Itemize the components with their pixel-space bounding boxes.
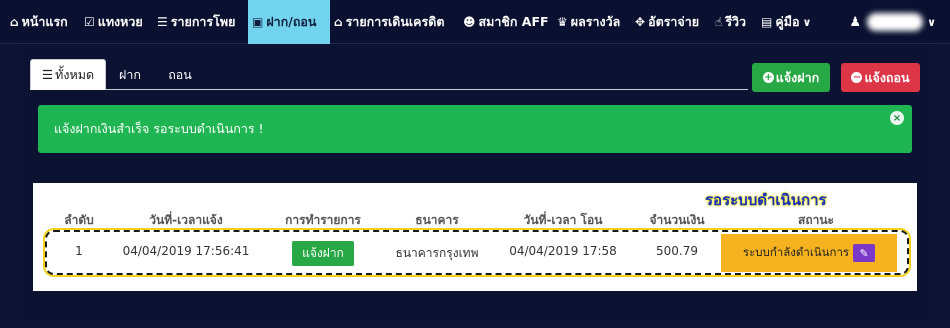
nav-item-label: แทงหวย (97, 14, 143, 29)
status-text: ระบบกำลังดำเนินการ (742, 245, 850, 259)
top-navbar: ⌂ หน้าแรก ☑ แทงหวย ☰ รายการโพย ▣ ฝาก/ถอน… (0, 0, 950, 44)
nav-item-label: ผลรางวัล (570, 14, 621, 29)
alert-message: แจ้งฝากเงินสำเร็จ รอระบบดำเนินการ ! (54, 121, 264, 136)
nav-item-label: รายการเดินเครดิต (345, 14, 445, 29)
tab-label: ถอน (168, 66, 192, 82)
list-icon: ☰ (157, 15, 168, 29)
thumbs-up-icon: ☝ (715, 15, 723, 29)
nav-item-bet-lottery[interactable]: ☑ แทงหวย (84, 0, 143, 44)
nav-item-payout-rate[interactable]: ✥ อัตราจ่าย (635, 0, 699, 44)
trophy-icon: ♛ (557, 15, 568, 29)
cell-notify-time: 04/04/2019 17:56:41 (122, 244, 250, 258)
edit-icon[interactable]: ✎ (853, 244, 876, 262)
column-header-status: สถานะ (798, 213, 834, 227)
nav-item-label: สมาชิก AFF (478, 14, 549, 29)
nav-item-label: ฝาก/ถอน (266, 14, 317, 29)
nav-item-label: รายการโพย (170, 14, 236, 29)
close-icon[interactable]: × (890, 111, 904, 125)
button-label: แจ้งฝาก (775, 69, 820, 85)
users-icon: ☻ (463, 15, 476, 29)
nav-item-label: หน้าแรก (21, 14, 68, 29)
cell-amount: 500.79 (656, 244, 698, 258)
tab-withdraw[interactable]: ถอน (156, 59, 204, 90)
nav-item-credit-history[interactable]: ⌂ รายการเดินเครดิต (334, 0, 444, 44)
nav-item-results[interactable]: ♛ ผลรางวัล (557, 0, 620, 44)
deposit-notify-button[interactable]: + แจ้งฝาก (752, 63, 830, 92)
chevron-down-icon: ∨ (802, 15, 812, 29)
tab-label: ทั้งหมด (55, 66, 95, 82)
pending-callout: รอระบบดำเนินการ (705, 191, 827, 209)
avatar (867, 13, 924, 31)
column-header-index: ลำดับ (64, 213, 94, 227)
column-header-amount: จำนวนเงิน (649, 213, 705, 227)
list-icon: ☰ (41, 67, 54, 82)
home-icon: ⌂ (10, 15, 19, 29)
nav-item-affiliate[interactable]: ☻ สมาชิก AFF (463, 0, 549, 44)
nav-item-label: รีวิว (725, 14, 747, 29)
nav-item-home[interactable]: ⌂ หน้าแรก (10, 0, 68, 44)
crosshair-icon: ✥ (635, 15, 646, 29)
money-icon: ▣ (252, 15, 264, 29)
nav-item-manual[interactable]: ▤ คู่มือ ∨ (761, 0, 811, 44)
cell-bank: ธนาคารกรุงเทพ (395, 246, 479, 260)
nav-item-bet-list[interactable]: ☰ รายการโพย (157, 0, 235, 44)
column-header-notify-time: วันที่-เวลาแจ้ง (149, 213, 223, 227)
checkbox-icon: ☑ (84, 15, 95, 29)
button-label: แจ้งถอน (864, 69, 910, 85)
column-header-type: การทำรายการ (285, 213, 361, 227)
tab-label: ฝาก (119, 66, 141, 82)
user-menu[interactable]: ♟ ∨ (849, 0, 936, 44)
plus-circle-icon: + (762, 72, 774, 83)
column-header-transfer-time: วันที่-เวลา โอน (523, 213, 603, 227)
success-alert: แจ้งฝากเงินสำเร็จ รอระบบดำเนินการ ! × (38, 105, 912, 153)
cell-transfer-time: 04/04/2019 17:58 (509, 244, 617, 258)
chevron-down-icon: ∨ (927, 15, 936, 29)
column-header-bank: ธนาคาร (415, 213, 459, 227)
status-badge: ระบบกำลังดำเนินการ ✎ (721, 234, 897, 272)
nav-item-review[interactable]: ☝ รีวิว (715, 0, 746, 44)
tab-all[interactable]: ☰ ทั้งหมด (30, 59, 106, 90)
book-icon: ▤ (761, 15, 773, 29)
minus-circle-icon: − (851, 72, 863, 83)
nav-item-label: คู่มือ (775, 14, 800, 29)
nav-item-deposit-withdraw[interactable]: ▣ ฝาก/ถอน (248, 0, 330, 44)
type-badge: แจ้งฝาก (292, 241, 354, 266)
user-icon: ♟ (849, 14, 862, 30)
bank-icon: ⌂ (334, 15, 343, 29)
nav-item-label: อัตราจ่าย (648, 14, 700, 29)
tab-deposit[interactable]: ฝาก (108, 59, 152, 90)
cell-index: 1 (75, 244, 83, 258)
withdraw-notify-button[interactable]: − แจ้งถอน (841, 63, 920, 92)
